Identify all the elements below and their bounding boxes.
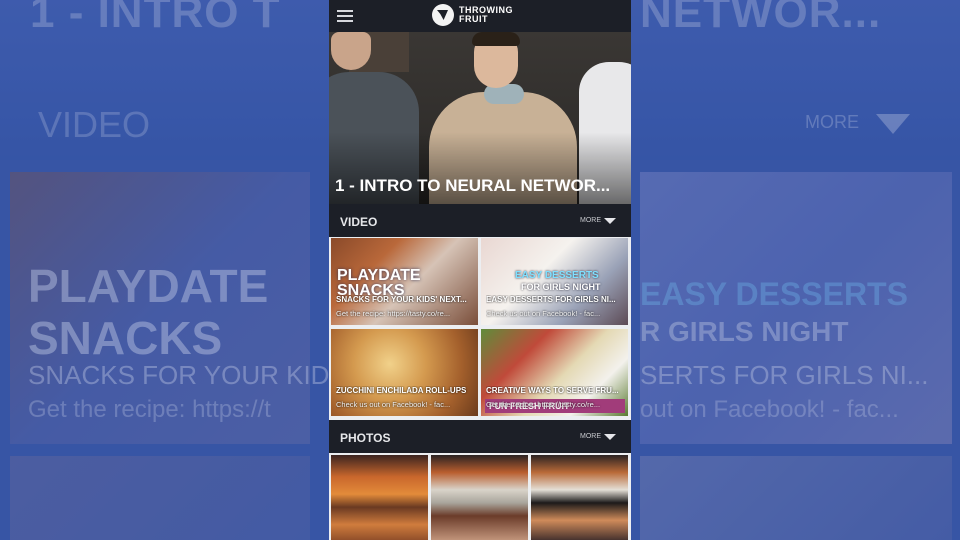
overlay-line1: PLAYDATE	[337, 267, 421, 284]
app-logo: THROWING FRUIT	[432, 4, 513, 26]
app-bar: THROWING FRUIT	[329, 0, 631, 32]
video-more-chevron-down-icon[interactable]	[604, 218, 616, 224]
video-description: Get the recipe: https://tasty.co/re...	[486, 400, 601, 409]
video-title: CREATIVE WAYS TO SERVE FRU...	[486, 386, 619, 395]
photos-section-header: PHOTOS MORE	[329, 420, 631, 453]
photos-section-label: PHOTOS	[340, 431, 391, 445]
logo-text: THROWING FRUIT	[459, 6, 513, 24]
phone-screen: THROWING FRUIT 1 - INTRO TO NEURAL NETWO…	[329, 0, 631, 540]
video-description: Check us out on Facebook! - fac...	[486, 309, 601, 318]
photo-thumbnail[interactable]	[331, 455, 428, 540]
video-title: EASY DESSERTS FOR GIRLS NI...	[486, 295, 616, 304]
photo-thumbnail[interactable]	[531, 455, 628, 540]
video-description: Check us out on Facebook! - fac...	[336, 400, 451, 409]
photos-grid	[329, 453, 631, 540]
hero-title: 1 - INTRO TO NEURAL NETWOR...	[335, 176, 611, 195]
throwing-fruit-logo-icon	[432, 4, 454, 26]
video-section-label: VIDEO	[340, 215, 378, 229]
hero-person	[472, 32, 520, 46]
video-title: SNACKS FOR YOUR KIDS' NEXT...	[336, 295, 467, 304]
photos-more-chevron-down-icon[interactable]	[604, 434, 616, 440]
photos-more-button[interactable]: MORE	[580, 433, 601, 440]
logo-line2: FRUIT	[459, 14, 488, 24]
video-more-button[interactable]: MORE	[580, 217, 601, 224]
video-tile[interactable]: PLAYDATE SNACKS SNACKS FOR YOUR KIDS' NE…	[331, 238, 478, 325]
overlay-line2: FOR GIRLS NIGHT	[521, 282, 601, 292]
overlay-line1: EASY DESSERTS	[515, 270, 599, 281]
video-title: ZUCCHINI ENCHILADA ROLL-UPS	[336, 386, 467, 395]
thumbnail-overlay-text: PLAYDATE SNACKS	[337, 267, 421, 299]
photo-thumbnail[interactable]	[431, 455, 528, 540]
video-description: Get the recipe: https://tasty.co/re...	[336, 309, 451, 318]
hamburger-menu-icon[interactable]	[337, 10, 353, 22]
video-tile[interactable]: EASY DESSERTS FOR GIRLS NIGHT EASY DESSE…	[481, 238, 628, 325]
video-section-header: VIDEO MORE	[329, 204, 631, 237]
video-tile[interactable]: ZUCCHINI ENCHILADA ROLL-UPS Check us out…	[331, 329, 478, 416]
video-tile[interactable]: FUN FRESH FRUIT CREATIVE WAYS TO SERVE F…	[481, 329, 628, 416]
hero-video[interactable]: 1 - INTRO TO NEURAL NETWOR...	[329, 32, 631, 204]
video-grid: PLAYDATE SNACKS SNACKS FOR YOUR KIDS' NE…	[329, 238, 631, 418]
